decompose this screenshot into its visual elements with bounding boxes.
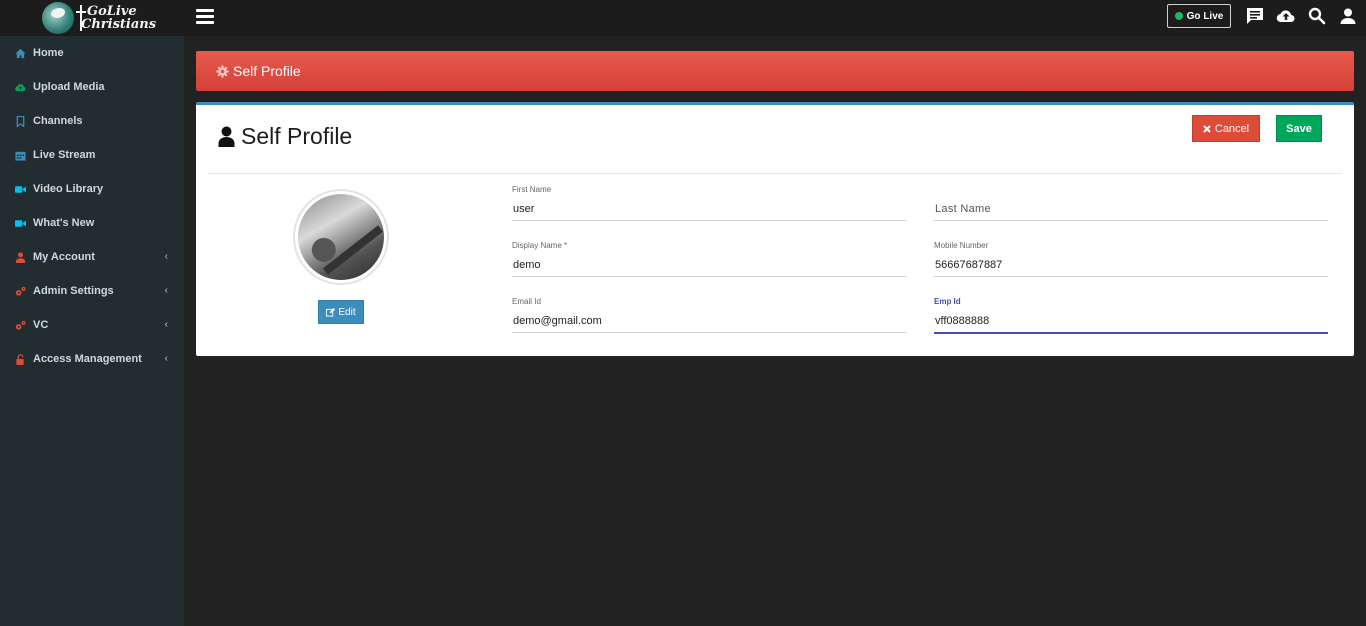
first-name-label: First Name (512, 185, 552, 194)
sidebar-item-admin-settings[interactable]: Admin Settings ‹ (0, 274, 184, 308)
sidebar-item-vc[interactable]: VC ‹ (0, 308, 184, 342)
profile-heading: Self Profile (218, 123, 352, 150)
save-button[interactable]: Save (1276, 115, 1322, 142)
sidebar-item-live-stream[interactable]: Live Stream (0, 138, 184, 172)
bookmark-icon (14, 115, 26, 127)
last-name-label (934, 185, 1328, 197)
display-name-field[interactable] (512, 253, 906, 277)
cross-icon (76, 3, 86, 33)
sidebar-item-label: Access Management (33, 353, 142, 365)
profile-photo (298, 194, 384, 280)
mobile-number-label: Mobile Number (934, 241, 989, 250)
chevron-left-icon: ‹ (164, 319, 168, 330)
user-icon (218, 126, 235, 147)
page-header-banner: Self Profile (196, 51, 1354, 91)
search-icon[interactable] (1307, 6, 1327, 26)
cloud-upload-icon[interactable] (1276, 6, 1296, 26)
sidebar-item-label: VC (33, 319, 49, 331)
last-name-group (934, 185, 1328, 221)
sidebar-item-label: Live Stream (33, 149, 96, 161)
sidebar-item-what-s-new[interactable]: What's New (0, 206, 184, 240)
display-name-label: Display Name * (512, 241, 568, 250)
sidebar-item-video-library[interactable]: Video Library (0, 172, 184, 206)
sidebar-item-label: Home (33, 47, 64, 59)
avatar (293, 189, 389, 285)
close-icon (1203, 124, 1211, 133)
sidebar-item-label: Channels (33, 115, 83, 127)
edit-icon (326, 307, 336, 317)
sidebar-item-home[interactable]: Home (0, 36, 184, 70)
gear-icon (216, 64, 229, 78)
cogs-icon (14, 285, 26, 297)
banner-title: Self Profile (233, 63, 301, 79)
home-icon (14, 47, 26, 59)
first-name-field[interactable] (512, 197, 906, 221)
edit-label: Edit (338, 306, 356, 318)
sidebar-item-channels[interactable]: Channels (0, 104, 184, 138)
email-label: Email Id (512, 297, 541, 306)
chat-icon[interactable] (1245, 6, 1265, 26)
sidebar-item-label: Upload Media (33, 81, 105, 93)
sidebar-item-label: What's New (33, 217, 95, 229)
brand-name-line2: Christians (81, 17, 157, 32)
unlock-icon (14, 353, 26, 365)
sidebar-item-access-management[interactable]: Access Management ‹ (0, 342, 184, 376)
calendar-icon (14, 149, 26, 161)
user-icon (14, 251, 26, 263)
first-name-group: First Name (512, 185, 906, 221)
chevron-left-icon: ‹ (164, 251, 168, 262)
profile-card: Self Profile Cancel Save Edit First Name… (196, 102, 1354, 356)
emp-id-group: Emp Id (934, 297, 1328, 334)
go-live-label: Go Live (1186, 10, 1224, 22)
display-name-group: Display Name * (512, 241, 906, 277)
sidebar-item-upload-media[interactable]: Upload Media (0, 70, 184, 104)
top-navbar: GoLive Christians Go Live (0, 0, 1366, 36)
sidebar-item-label: My Account (33, 251, 95, 263)
video-icon (14, 183, 26, 195)
mobile-number-field[interactable] (934, 253, 1328, 277)
sidebar-item-label: Video Library (33, 183, 104, 195)
mobile-number-group: Mobile Number (934, 241, 1328, 277)
sidebar-item-label: Admin Settings (33, 285, 114, 297)
chevron-left-icon: ‹ (164, 353, 168, 364)
save-label: Save (1286, 122, 1312, 135)
video-icon (14, 217, 26, 229)
cancel-button[interactable]: Cancel (1192, 115, 1260, 142)
cancel-label: Cancel (1214, 122, 1250, 135)
last-name-field[interactable] (934, 197, 1328, 221)
cogs-icon (14, 319, 26, 331)
email-field[interactable] (512, 309, 906, 333)
divider (208, 173, 1342, 174)
email-group: Email Id (512, 297, 906, 333)
go-live-button[interactable]: Go Live (1167, 4, 1231, 28)
sidebar-toggle-icon[interactable] (196, 9, 214, 24)
brand-logo[interactable]: GoLive Christians (0, 0, 184, 36)
emp-id-label: Emp Id (934, 297, 961, 306)
chevron-left-icon: ‹ (164, 285, 168, 296)
edit-photo-button[interactable]: Edit (318, 300, 364, 324)
live-status-dot (1174, 12, 1183, 20)
brand-name: GoLive Christians (81, 5, 156, 31)
cloud-upload-icon (14, 81, 26, 93)
sidebar-item-my-account[interactable]: My Account ‹ (0, 240, 184, 274)
user-icon[interactable] (1338, 6, 1358, 26)
page-title: Self Profile (241, 123, 353, 149)
emp-id-field[interactable] (934, 309, 1328, 334)
globe-dove-icon (42, 2, 74, 34)
sidebar: Home Upload Media Channels Live Stream Video… (0, 36, 184, 626)
